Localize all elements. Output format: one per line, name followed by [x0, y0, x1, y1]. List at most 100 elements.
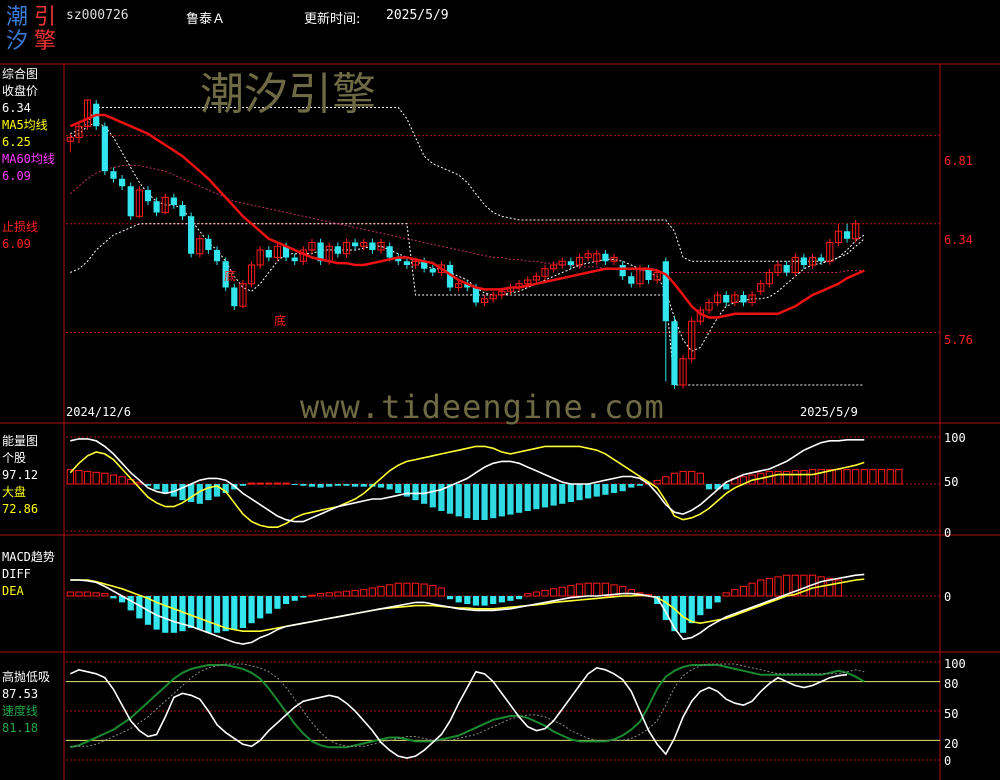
macd-bar: [464, 596, 471, 604]
energy-stock-label: 个股: [2, 451, 27, 465]
gaopao-title: 高抛低吸: [2, 670, 51, 684]
energy-bar: [282, 482, 290, 485]
candle-body: [472, 287, 480, 303]
energy-bar: [585, 484, 592, 499]
energy-bar: [696, 472, 704, 485]
ma5-label: MA5均线: [2, 118, 48, 132]
start-date: 2024/12/6: [66, 405, 132, 419]
energy-bar: [429, 484, 436, 508]
macd-bar: [300, 596, 307, 598]
energy-bar: [412, 484, 419, 501]
energy-bar: [852, 469, 860, 485]
candle-body: [188, 216, 195, 254]
macd-bar: [515, 596, 523, 600]
candle-body: [662, 261, 669, 322]
macd-bar: [403, 582, 411, 597]
macd-bar: [368, 587, 376, 597]
macd-bar: [575, 583, 584, 597]
energy-title: 能量图: [2, 434, 39, 448]
watermark-url: www.tideengine.com: [300, 388, 665, 426]
close-value: 6.34: [2, 101, 31, 115]
macd-bar: [481, 596, 488, 606]
macd-bar: [507, 596, 514, 601]
macd-bar: [584, 582, 592, 597]
candle-body: [231, 287, 238, 307]
energy-bar: [670, 472, 679, 485]
energy-bar: [205, 484, 212, 501]
candle-body: [213, 250, 221, 262]
macd-bar: [420, 583, 428, 597]
candle-body: [334, 246, 341, 254]
stop-label: 止损线: [2, 220, 39, 234]
candle-body: [567, 261, 574, 265]
energy-bar: [101, 472, 109, 485]
candle-body: [205, 238, 212, 250]
macd-bar: [162, 596, 169, 633]
energy-market-value: 72.86: [2, 502, 39, 516]
energy-bar: [559, 484, 566, 504]
macd-bar: [532, 591, 540, 597]
energy-bar: [602, 484, 609, 495]
energy-bar: [162, 484, 169, 493]
macd-bar: [342, 590, 351, 597]
close-label: 收盘价: [2, 84, 39, 98]
macd-bar: [765, 577, 773, 597]
macd-bar: [800, 574, 808, 597]
energy-bar: [446, 484, 454, 514]
macd-bar: [524, 593, 532, 597]
y-tick-energy-3: 0: [944, 526, 952, 540]
macd-bar: [83, 591, 92, 597]
candle-body: [352, 242, 359, 247]
energy-bar: [75, 470, 83, 485]
energy-bar: [791, 470, 799, 485]
energy-bar: [593, 484, 600, 497]
energy-bar: [783, 470, 791, 485]
energy-bar: [308, 484, 316, 487]
energy-bar: [343, 484, 350, 486]
energy-bar: [877, 469, 886, 485]
candle-body: [265, 250, 272, 258]
energy-bar: [490, 484, 497, 519]
energy-bar: [455, 484, 462, 517]
energy-bar: [576, 484, 583, 501]
macd-bar: [394, 582, 402, 597]
energy-bar: [869, 469, 877, 485]
energy-bar: [334, 484, 341, 486]
energy-bar: [705, 484, 713, 490]
macd-bar: [411, 582, 420, 597]
candle-body: [403, 261, 411, 265]
end-date: 2025/5/9: [800, 405, 858, 419]
macd-bar: [316, 593, 325, 597]
candle-body: [783, 265, 790, 273]
macd-bar: [731, 589, 739, 597]
macd-bar: [550, 588, 558, 597]
energy-bar: [679, 470, 687, 485]
speed-label: 速度线: [2, 704, 39, 718]
candle-body: [179, 205, 186, 217]
y-tick-gp-0: 0: [944, 754, 952, 768]
energy-bar: [352, 484, 359, 487]
energy-bar: [317, 484, 324, 488]
y-tick-energy-1: 100: [944, 431, 966, 445]
macd-dea-label: DEA: [2, 584, 24, 598]
macd-bar: [490, 596, 497, 604]
energy-bar: [256, 482, 264, 485]
candle-body: [144, 190, 152, 202]
energy-bar: [291, 484, 298, 485]
macd-bar: [101, 593, 109, 597]
macd-bar: [601, 582, 610, 597]
candle-body: [602, 253, 609, 262]
ma60-label: MA60均线: [2, 152, 55, 166]
macd-bar: [541, 589, 549, 597]
macd-bar: [188, 596, 195, 628]
macd-bar: [360, 589, 368, 597]
energy-bar: [541, 484, 549, 508]
candle-body: [843, 231, 851, 239]
energy-bar: [662, 476, 670, 485]
energy-bar: [395, 484, 402, 493]
macd-bar: [429, 585, 437, 597]
energy-bar: [895, 469, 903, 485]
energy-bar: [481, 484, 488, 520]
candle-body: [429, 268, 436, 273]
energy-bar: [360, 484, 367, 487]
